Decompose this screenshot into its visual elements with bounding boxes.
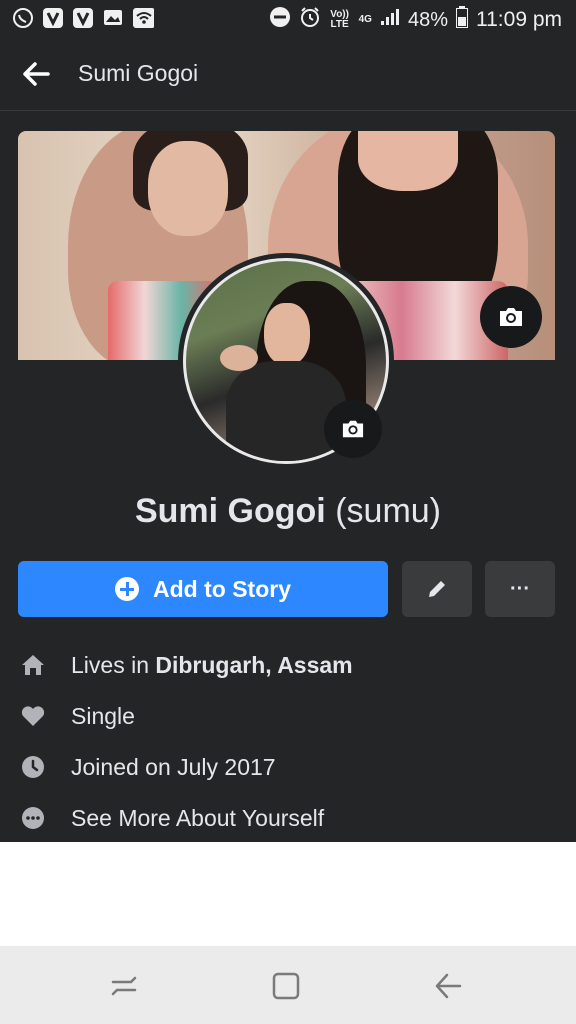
info-row-relationship: Single — [18, 698, 558, 734]
plus-circle-icon — [115, 577, 139, 601]
back-button[interactable] — [18, 58, 54, 90]
edit-cover-camera-button[interactable] — [480, 286, 542, 348]
more-options-button[interactable]: ··· — [485, 561, 555, 617]
avatar-face — [264, 303, 310, 365]
profile-full-name: Sumi Gogoi — [134, 492, 326, 530]
battery-icon — [456, 6, 468, 34]
info-row-lives-in: Lives in Dibrugarh, Assam — [18, 647, 558, 683]
more-options-label: ··· — [510, 577, 530, 600]
profile-name: Sumi Gogoi (sumu) — [0, 492, 576, 531]
edit-profile-button[interactable] — [402, 561, 472, 617]
status-bar: Vo)) LTE 4G 48% 11:09 pm — [0, 0, 576, 38]
dnd-icon — [269, 6, 291, 34]
whatsapp-icon — [12, 7, 34, 29]
clock-time: 11:09 pm — [476, 8, 562, 31]
network-type: 4G — [358, 14, 372, 25]
back-arrow-icon — [23, 62, 50, 86]
info-joined-text: Joined on July 2017 — [71, 753, 276, 780]
clock-icon — [18, 752, 48, 782]
cover-face-right — [358, 131, 458, 191]
v-app-icon-2 — [72, 7, 94, 29]
back-nav-button[interactable] — [428, 968, 468, 1004]
cover-face-left — [148, 141, 228, 236]
info-lives-in-text: Lives in Dibrugarh, Assam — [71, 651, 353, 678]
camera-icon — [342, 420, 364, 438]
add-to-story-label: Add to Story — [153, 575, 291, 602]
recent-apps-button[interactable] — [104, 968, 144, 1004]
info-row-joined: Joined on July 2017 — [18, 749, 558, 785]
pencil-icon — [429, 581, 445, 597]
home-icon — [18, 650, 48, 680]
avatar-hand — [220, 345, 258, 371]
back-nav-icon — [435, 973, 462, 999]
see-more-text: See More About Yourself — [71, 804, 325, 831]
volte-indicator: Vo)) LTE — [330, 9, 349, 30]
edit-profile-picture-camera-button[interactable] — [324, 400, 382, 458]
content-area — [0, 842, 576, 946]
page-title: Sumi Gogoi — [78, 60, 199, 86]
battery-percent: 48% — [407, 8, 448, 31]
heart-icon — [18, 701, 48, 731]
image-icon — [102, 7, 124, 29]
v-app-icon — [42, 7, 64, 29]
recent-apps-icon — [111, 976, 137, 996]
add-to-story-button[interactable]: Add to Story — [18, 561, 388, 617]
alarm-icon — [299, 6, 321, 34]
wifi-hotspot-icon — [132, 7, 154, 29]
app-header: Sumi Gogoi — [0, 38, 576, 111]
profile-alt-name: (sumu) — [335, 492, 442, 530]
camera-icon — [500, 308, 522, 326]
home-button[interactable] — [266, 968, 306, 1004]
more-dots-icon — [18, 803, 48, 833]
signal-icon — [380, 8, 400, 32]
home-square-icon — [272, 972, 300, 1000]
see-more-about-yourself-link[interactable]: See More About Yourself — [18, 800, 558, 836]
system-nav-bar — [0, 946, 576, 1024]
info-relationship-text: Single — [71, 702, 135, 729]
